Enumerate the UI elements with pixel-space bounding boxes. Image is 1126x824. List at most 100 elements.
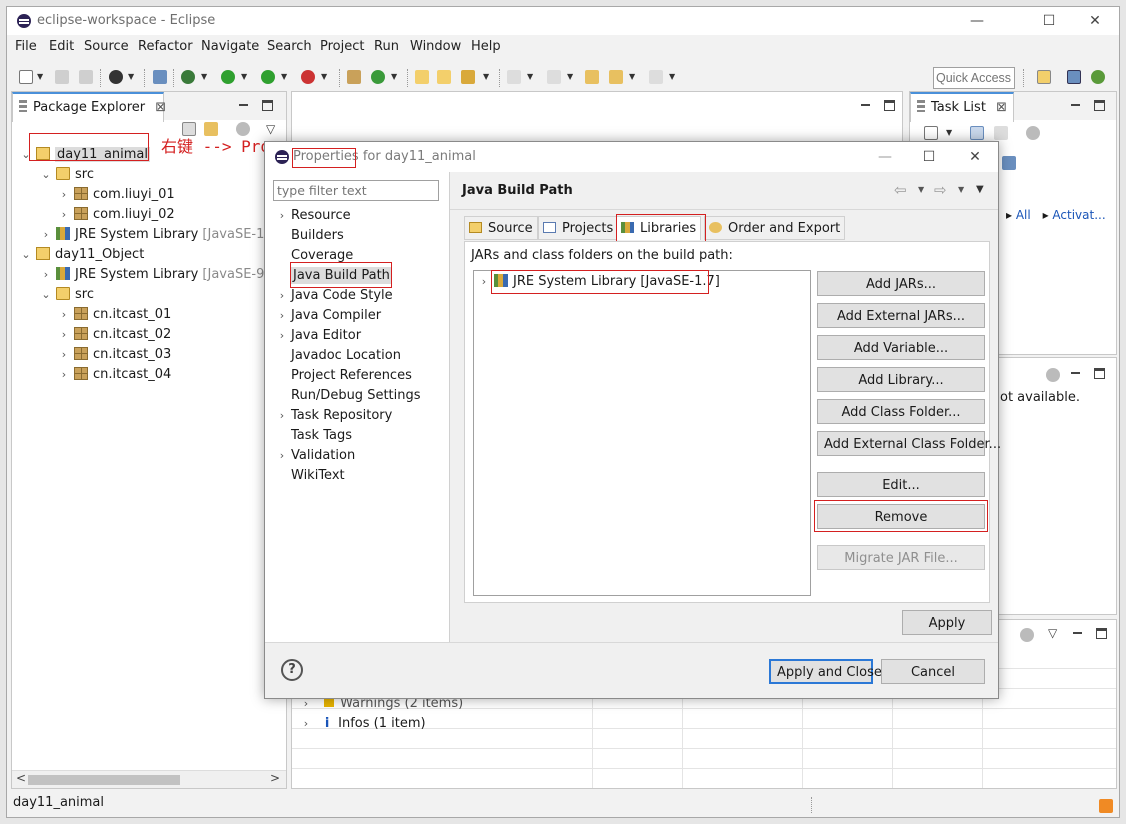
category-project-references[interactable]: Project References — [273, 366, 412, 386]
apply-and-close-button[interactable]: Apply and Close — [769, 659, 882, 684]
tree-item-cn-itcast-04[interactable]: › cn.itcast_04 — [58, 365, 171, 385]
close-icon[interactable]: ⊠ — [155, 100, 166, 115]
minimize-button[interactable]: — — [967, 11, 987, 31]
task-repo-icon[interactable] — [1002, 156, 1016, 170]
expand-twisty-icon[interactable]: › — [58, 345, 70, 365]
expand-twisty-icon[interactable]: › — [58, 185, 70, 205]
scrollbar-thumb[interactable] — [28, 775, 180, 785]
save-icon[interactable] — [55, 70, 69, 84]
expand-twisty-icon[interactable]: › — [300, 714, 312, 734]
external-tools-icon[interactable] — [301, 70, 315, 84]
tree-item-jre-system-library[interactable]: › JRE System Library [JavaSE-1.7] — [40, 225, 282, 245]
new-java-class-icon[interactable] — [371, 70, 385, 84]
expand-twisty-icon[interactable]: › — [273, 326, 291, 346]
menu-file[interactable]: File — [15, 39, 37, 54]
expand-twisty-icon[interactable]: › — [58, 365, 70, 385]
category-javadoc-location[interactable]: Javadoc Location — [273, 346, 401, 366]
expand-twisty-icon[interactable]: ⌄ — [20, 145, 32, 165]
forward-icon[interactable] — [649, 70, 663, 84]
profile-icon[interactable] — [109, 70, 123, 84]
expand-twisty-icon[interactable]: › — [273, 446, 291, 466]
category-java-build-path[interactable]: Java Build Path — [273, 266, 392, 286]
add-variable-button[interactable]: Add Variable... — [817, 335, 985, 360]
search-icon[interactable] — [461, 70, 475, 84]
new-class-dropdown-icon[interactable]: ▼ — [391, 72, 397, 81]
minimize-view-icon[interactable] — [1072, 628, 1083, 639]
minimize-view-icon[interactable] — [238, 100, 249, 111]
new-dropdown-icon[interactable]: ▼ — [37, 72, 43, 81]
next-annotation-dropdown-icon[interactable]: ▼ — [527, 72, 533, 81]
category-java-editor[interactable]: › Java Editor — [273, 326, 361, 346]
migrate-jar-button[interactable]: Migrate JAR File... — [817, 545, 985, 570]
add-library-button[interactable]: Add Library... — [817, 367, 985, 392]
horizontal-scrollbar[interactable]: < > — [12, 770, 286, 788]
tree-item-cn-itcast-02[interactable]: › cn.itcast_02 — [58, 325, 171, 345]
expand-twisty-icon[interactable]: › — [40, 265, 52, 285]
tree-item-com-liuyi-01[interactable]: › com.liuyi_01 — [58, 185, 175, 205]
debug-dropdown-icon[interactable]: ▼ — [201, 72, 207, 81]
tree-item-src[interactable]: ⌄ src — [40, 165, 94, 185]
cancel-button[interactable]: Cancel — [881, 659, 985, 684]
activate-link[interactable]: Activat... — [1052, 208, 1105, 222]
save-all-icon[interactable] — [79, 70, 93, 84]
run-dropdown-icon[interactable]: ▼ — [241, 72, 247, 81]
category-run-debug-settings[interactable]: Run/Debug Settings — [273, 386, 421, 406]
back-nav-icon[interactable]: ⇦ — [894, 181, 907, 199]
filter-all-link[interactable]: All — [1016, 208, 1031, 222]
tree-item-jre-system-library[interactable]: › JRE System Library [JavaSE-9] — [40, 265, 269, 285]
dialog-maximize-button[interactable]: ☐ — [919, 147, 939, 167]
back-dropdown-icon[interactable]: ▼ — [918, 185, 924, 194]
remove-button[interactable]: Remove — [817, 504, 985, 529]
close-icon[interactable]: ⊠ — [996, 100, 1007, 115]
add-external-jars-button[interactable]: Add External JARs... — [817, 303, 985, 328]
expand-twisty-icon[interactable]: › — [478, 272, 490, 292]
category-builders[interactable]: Builders — [273, 226, 344, 246]
scheduled-icon[interactable] — [994, 126, 1008, 140]
expand-twisty-icon[interactable]: › — [273, 286, 291, 306]
debug-icon[interactable] — [181, 70, 195, 84]
maximize-view-icon[interactable] — [1096, 628, 1107, 639]
tab-package-explorer[interactable]: Package Explorer ⊠ — [12, 92, 166, 122]
menu-help[interactable]: Help — [471, 39, 501, 54]
category-task-repository[interactable]: › Task Repository — [273, 406, 393, 426]
minimize-view-icon[interactable] — [1070, 368, 1081, 379]
categorized-icon[interactable] — [970, 126, 984, 140]
category-validation[interactable]: › Validation — [273, 446, 355, 466]
filter-input[interactable] — [273, 180, 439, 201]
tree-item-day11-object[interactable]: ⌄ day11_Object — [20, 245, 144, 265]
tab-order-and-export[interactable]: Order and Export — [704, 216, 846, 240]
tab-projects[interactable]: Projects — [538, 216, 619, 240]
help-icon[interactable]: ? — [281, 659, 303, 681]
view-menu-icon[interactable]: ▽ — [1048, 626, 1057, 640]
add-external-class-folder-button[interactable]: Add External Class Folder... — [817, 431, 1001, 456]
expand-twisty-icon[interactable]: › — [58, 305, 70, 325]
menu-navigate[interactable]: Navigate — [201, 39, 259, 54]
scroll-right-icon[interactable]: > — [270, 771, 280, 785]
maximize-editor-icon[interactable] — [884, 100, 895, 111]
open-type-icon[interactable] — [415, 70, 429, 84]
expand-twisty-icon[interactable]: ⌄ — [40, 165, 52, 185]
category-task-tags[interactable]: Task Tags — [273, 426, 352, 446]
forward-dropdown-icon[interactable]: ▼ — [669, 72, 675, 81]
scroll-left-icon[interactable]: < — [16, 771, 26, 785]
menu-project[interactable]: Project — [320, 39, 364, 54]
category-java-compiler[interactable]: › Java Compiler — [273, 306, 381, 326]
previous-annotation-dropdown-icon[interactable]: ▼ — [567, 72, 573, 81]
forward-nav-icon[interactable]: ⇨ — [934, 181, 947, 199]
rss-icon[interactable] — [1099, 799, 1113, 813]
expand-twisty-icon[interactable]: ⌄ — [40, 285, 52, 305]
tree-item-cn-itcast-01[interactable]: › cn.itcast_01 — [58, 305, 171, 325]
forward-dropdown-icon[interactable]: ▼ — [958, 185, 964, 194]
tree-item-day11-animal[interactable]: ⌄ day11_animal — [20, 145, 151, 165]
expand-twisty-icon[interactable]: › — [273, 406, 291, 426]
expand-twisty-icon[interactable]: › — [58, 205, 70, 225]
dialog-minimize-button[interactable]: — — [875, 147, 895, 167]
menu-edit[interactable]: Edit — [49, 39, 74, 54]
library-list[interactable]: › JRE System Library [JavaSE-1.7] — [473, 270, 811, 596]
open-perspective-icon[interactable] — [1037, 70, 1051, 84]
tree-item-com-liuyi-02[interactable]: › com.liuyi_02 — [58, 205, 175, 225]
search-dropdown-icon[interactable]: ▼ — [483, 72, 489, 81]
category-java-code-style[interactable]: › Java Code Style — [273, 286, 393, 306]
category-wikitext[interactable]: WikiText — [273, 466, 345, 486]
run-icon[interactable] — [221, 70, 235, 84]
